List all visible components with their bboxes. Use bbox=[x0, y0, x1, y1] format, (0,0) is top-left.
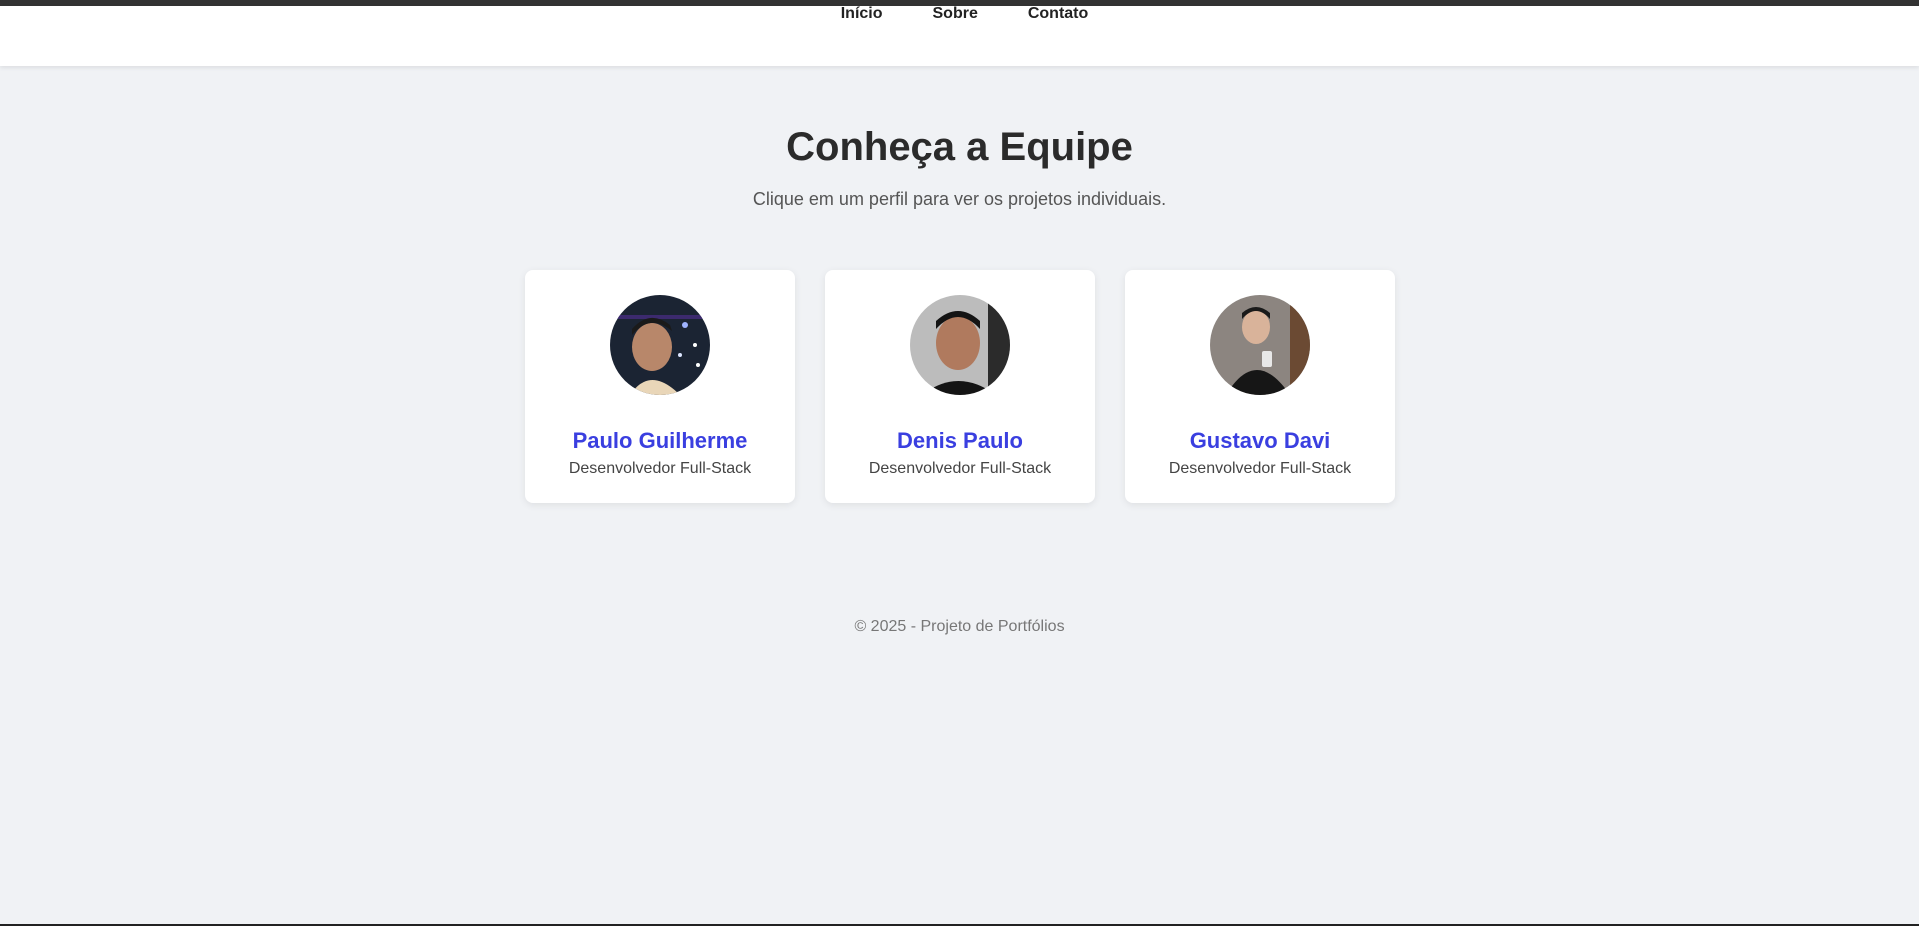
page-title: Conheça a Equipe bbox=[786, 125, 1133, 169]
profile-card-gustavo[interactable]: Gustavo Davi Desenvolvedor Full-Stack bbox=[1125, 270, 1395, 503]
profile-role: Desenvolvedor Full-Stack bbox=[1168, 460, 1352, 477]
page-subtitle: Clique em um perfil para ver os projetos… bbox=[752, 189, 1167, 209]
avatar-photo-icon bbox=[610, 295, 710, 395]
avatar bbox=[1210, 295, 1310, 395]
nav-link-inicio[interactable]: Início bbox=[841, 6, 883, 22]
profile-name[interactable]: Gustavo Davi bbox=[1125, 428, 1395, 454]
profile-name[interactable]: Denis Paulo bbox=[825, 428, 1095, 454]
nav-links: Início Sobre Contato bbox=[0, 6, 1919, 22]
avatar-photo-icon bbox=[1210, 295, 1310, 395]
navbar: Início Sobre Contato bbox=[0, 6, 1919, 66]
profile-name[interactable]: Paulo Guilherme bbox=[525, 428, 795, 454]
footer: © 2025 - Projeto de Portfólios bbox=[854, 618, 1065, 635]
nav-link-contato[interactable]: Contato bbox=[1028, 6, 1088, 22]
profile-role: Desenvolvedor Full-Stack bbox=[568, 460, 752, 477]
avatar-photo-icon bbox=[910, 295, 1010, 395]
profile-role: Desenvolvedor Full-Stack bbox=[868, 460, 1052, 477]
nav-link-sobre[interactable]: Sobre bbox=[933, 6, 978, 22]
profile-card-paulo[interactable]: Paulo Guilherme Desenvolvedor Full-Stack bbox=[525, 270, 795, 503]
team-cards: Paulo Guilherme Desenvolvedor Full-Stack… bbox=[525, 270, 1395, 503]
avatar bbox=[610, 295, 710, 395]
profile-card-denis[interactable]: Denis Paulo Desenvolvedor Full-Stack bbox=[825, 270, 1095, 503]
avatar bbox=[910, 295, 1010, 395]
